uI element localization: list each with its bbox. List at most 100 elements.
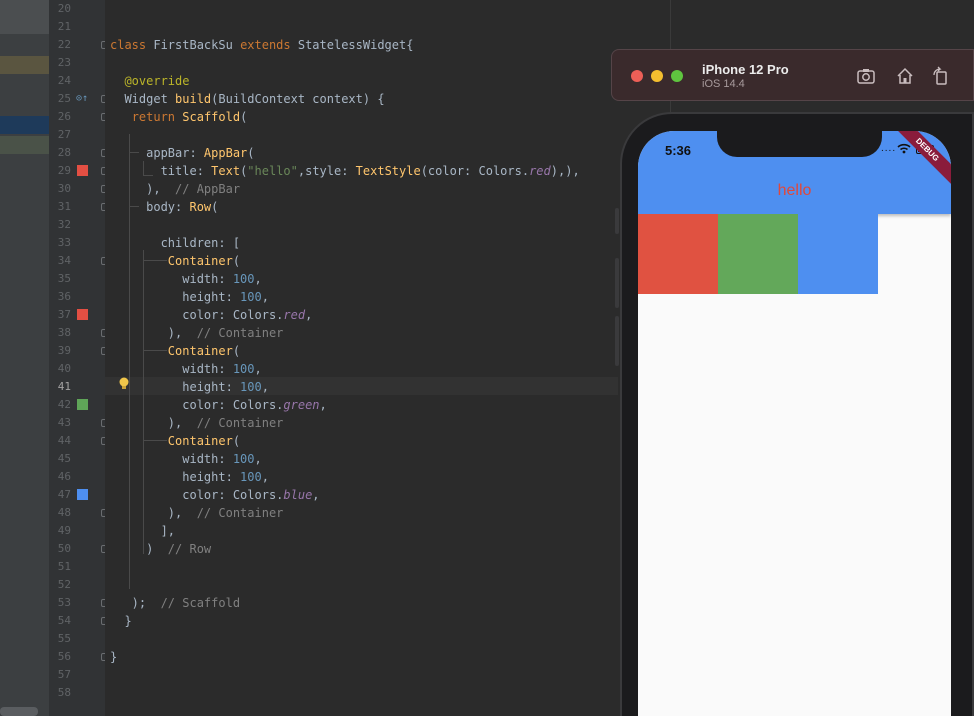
line-number: 30 <box>57 182 71 195</box>
line-number: 40 <box>57 362 71 375</box>
volume-up-button <box>615 258 619 308</box>
code-line[interactable]: width: 100, <box>110 360 262 378</box>
close-window-button[interactable] <box>631 70 643 82</box>
line-number: 39 <box>57 344 71 357</box>
screenshot-icon[interactable] <box>856 66 876 86</box>
line-number: 37 <box>57 308 71 321</box>
code-line[interactable]: height: 100, <box>110 468 269 486</box>
color-swatch-icon[interactable] <box>77 489 88 500</box>
mute-switch <box>615 208 619 234</box>
line-number: 20 <box>57 2 71 15</box>
editor-gutter: 20 21 22 23 24 25 ⊙↑ 26 27 28 29 30 31 32 33 34 35 36 37 38… <box>49 0 109 716</box>
code-line[interactable]: ), // Container <box>110 414 284 432</box>
code-line[interactable]: color: Colors.red, <box>110 306 312 324</box>
code-line[interactable]: Container( <box>110 432 240 450</box>
minimize-window-button[interactable] <box>651 70 663 82</box>
code-line[interactable]: width: 100, <box>110 450 262 468</box>
rotate-icon[interactable] <box>931 66 951 86</box>
line-number: 52 <box>57 578 71 591</box>
line-number: 47 <box>57 488 71 501</box>
zoom-window-button[interactable] <box>671 70 683 82</box>
horizontal-scrollbar[interactable] <box>0 707 38 716</box>
device-name: iPhone 12 Pro <box>702 62 789 77</box>
code-line[interactable]: ), // AppBar <box>110 180 240 198</box>
panel-row-selected <box>0 116 49 134</box>
code-line[interactable]: Widget build(BuildContext context) { <box>110 90 384 108</box>
app-screen[interactable]: 5:36 .... hello DEBUG <box>638 131 951 716</box>
code-line[interactable]: ) // Row <box>110 540 211 558</box>
code-line[interactable]: } <box>110 612 131 630</box>
code-line[interactable]: @override <box>110 72 189 90</box>
code-lines[interactable]: class FirstBackSu extends StatelessWidge… <box>110 0 670 716</box>
line-number: 22 <box>57 38 71 51</box>
line-number: 54 <box>57 614 71 627</box>
code-line[interactable]: ); // Scaffold <box>110 594 240 612</box>
code-line[interactable]: color: Colors.green, <box>110 396 327 414</box>
color-swatch-icon[interactable] <box>77 309 88 320</box>
line-number: 44 <box>57 434 71 447</box>
override-marker-icon[interactable]: ⊙↑ <box>76 90 88 108</box>
code-line[interactable]: title: Text("hello",style: TextStyle(col… <box>110 162 580 180</box>
code-line[interactable]: return Scaffold( <box>110 108 248 126</box>
line-number: 24 <box>57 74 71 87</box>
code-line[interactable]: class FirstBackSu extends StatelessWidge… <box>110 36 413 54</box>
code-line[interactable]: ), // Container <box>110 504 284 522</box>
line-number: 53 <box>57 596 71 609</box>
line-number: 23 <box>57 56 71 69</box>
line-number: 49 <box>57 524 71 537</box>
line-number: 45 <box>57 452 71 465</box>
line-number: 55 <box>57 632 71 645</box>
red-container <box>638 214 718 294</box>
code-line[interactable]: height: 100, <box>110 288 269 306</box>
line-number: 36 <box>57 290 71 303</box>
line-number: 21 <box>57 20 71 33</box>
code-line[interactable]: height: 100, <box>110 378 269 396</box>
code-line[interactable]: } <box>110 648 117 666</box>
home-icon[interactable] <box>895 66 915 86</box>
code-line[interactable]: children: [ <box>110 234 240 252</box>
green-container <box>718 214 798 294</box>
wifi-icon <box>897 143 911 154</box>
code-line[interactable]: Container( <box>110 252 240 270</box>
panel-row <box>0 136 49 154</box>
line-number: 27 <box>57 128 71 141</box>
line-number: 33 <box>57 236 71 249</box>
line-number: 29 <box>57 164 71 177</box>
code-line[interactable]: width: 100, <box>110 270 262 288</box>
line-number: 34 <box>57 254 71 267</box>
line-number: 31 <box>57 200 71 213</box>
line-number: 41 <box>57 380 71 393</box>
line-number: 32 <box>57 218 71 231</box>
simulator-titlebar[interactable]: iPhone 12 Pro iOS 14.4 <box>611 49 974 101</box>
line-number: 43 <box>57 416 71 429</box>
line-number: 25 <box>57 92 71 105</box>
intention-bulb-icon[interactable] <box>118 377 130 391</box>
line-number: 58 <box>57 686 71 699</box>
project-panel-edge <box>0 0 49 716</box>
os-version: iOS 14.4 <box>702 78 745 90</box>
code-line[interactable]: body: Row( <box>110 198 218 216</box>
code-line[interactable]: color: Colors.blue, <box>110 486 319 504</box>
blue-container <box>798 214 878 294</box>
line-number: 38 <box>57 326 71 339</box>
line-number: 35 <box>57 272 71 285</box>
line-number: 26 <box>57 110 71 123</box>
code-line[interactable]: ], <box>110 522 175 540</box>
code-line[interactable]: Container( <box>110 342 240 360</box>
line-number: 50 <box>57 542 71 555</box>
phone-notch <box>717 131 882 157</box>
line-number: 42 <box>57 398 71 411</box>
status-time: 5:36 <box>665 143 692 158</box>
color-swatch-icon[interactable] <box>77 399 88 410</box>
volume-down-button <box>615 316 619 366</box>
app-bar-title: hello <box>777 182 812 199</box>
code-line[interactable]: ), // Container <box>110 324 284 342</box>
code-line[interactable]: appBar: AppBar( <box>110 144 254 162</box>
line-number: 57 <box>57 668 71 681</box>
line-number: 48 <box>57 506 71 519</box>
line-number: 56 <box>57 650 71 663</box>
color-swatch-icon[interactable] <box>77 165 88 176</box>
panel-row <box>0 56 49 74</box>
line-number: 51 <box>57 560 71 573</box>
panel-row <box>0 0 49 34</box>
